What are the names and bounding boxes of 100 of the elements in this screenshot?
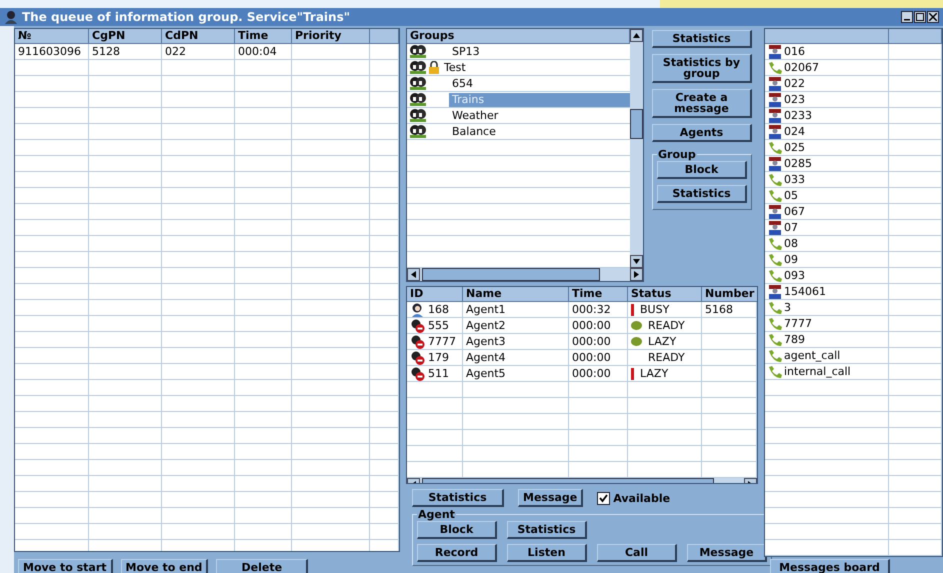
person-blocked-icon: [410, 334, 426, 348]
service-item[interactable]: 09: [765, 252, 889, 267]
action-button[interactable]: Block: [657, 161, 747, 179]
column-header[interactable]: Time: [235, 29, 292, 44]
people-icon: [409, 109, 427, 122]
group-item[interactable]: 654: [449, 76, 630, 90]
service-item[interactable]: 023: [765, 92, 889, 107]
service-item[interactable]: 093: [765, 268, 889, 283]
action-button[interactable]: Statistics: [652, 30, 752, 48]
group-item[interactable]: Weather: [449, 108, 630, 122]
action-button[interactable]: Message: [518, 489, 584, 507]
triangle-down-icon: [633, 259, 640, 264]
column-header[interactable]: [765, 29, 889, 44]
service-item[interactable]: 07: [765, 220, 889, 235]
table-cell: Agent1: [463, 302, 569, 317]
phone-icon: [768, 60, 782, 74]
service-item[interactable]: 3: [765, 300, 889, 315]
phone-icon: [768, 348, 782, 362]
action-button[interactable]: Delete: [216, 559, 308, 573]
service-item[interactable]: 789: [765, 332, 889, 347]
action-button[interactable]: Message: [687, 544, 767, 562]
action-button[interactable]: Call: [597, 544, 677, 562]
action-button[interactable]: Move to end: [120, 559, 208, 573]
status-text: BUSY: [640, 302, 670, 316]
status-text: LAZY: [640, 366, 668, 380]
service-item[interactable]: 08: [765, 236, 889, 251]
operator-icon: [768, 204, 782, 218]
scrollbar-thumb[interactable]: [422, 268, 600, 281]
group-item[interactable]: Test: [441, 60, 630, 74]
close-button[interactable]: [927, 11, 939, 23]
service-item[interactable]: 024: [765, 124, 889, 139]
phone-icon: [768, 236, 782, 250]
action-button[interactable]: Statistics by group: [652, 54, 752, 83]
lock-icon: [428, 61, 440, 74]
table-cell: Agent2: [463, 318, 569, 333]
triangle-up-icon: [633, 33, 640, 38]
scrollbar-thumb[interactable]: [630, 109, 643, 139]
service-item[interactable]: 022: [765, 76, 889, 91]
action-button[interactable]: Move to start: [18, 559, 113, 573]
maximize-button[interactable]: [914, 11, 926, 23]
phone-icon: [768, 364, 782, 378]
column-header[interactable]: Priority: [292, 29, 370, 44]
operator-icon: [768, 124, 782, 138]
action-button[interactable]: Record: [417, 544, 497, 562]
action-button[interactable]: Statistics: [657, 185, 747, 203]
service-item[interactable]: 025: [765, 140, 889, 155]
person-blocked-icon: [410, 350, 426, 364]
scroll-up-button[interactable]: [630, 29, 643, 42]
column-header[interactable]: Name: [463, 287, 569, 302]
table-cell: Agent3: [463, 334, 569, 349]
action-button[interactable]: Block: [417, 521, 497, 539]
group-title: Group: [657, 148, 697, 161]
action-button[interactable]: Listen: [507, 544, 587, 562]
group-item[interactable]: Balance: [449, 124, 630, 138]
column-header[interactable]: CgPN: [89, 29, 162, 44]
operator-icon: [768, 92, 782, 106]
service-item[interactable]: 0233: [765, 108, 889, 123]
table-cell: 5128: [89, 44, 162, 59]
column-header[interactable]: Groups: [407, 29, 630, 44]
service-item[interactable]: 067: [765, 204, 889, 219]
phone-icon: [768, 140, 782, 154]
scroll-right-button[interactable]: [630, 268, 643, 281]
service-item[interactable]: 7777: [765, 316, 889, 331]
close-icon: [929, 13, 937, 21]
service-item[interactable]: 02067: [765, 60, 889, 75]
group-title: Agent: [417, 508, 456, 521]
column-header[interactable]: ID: [407, 287, 463, 302]
scroll-down-button[interactable]: [630, 255, 643, 268]
maximize-icon: [916, 13, 924, 21]
column-header[interactable]: [370, 29, 399, 44]
column-header[interactable]: №: [15, 29, 89, 44]
column-header[interactable]: CdPN: [162, 29, 235, 44]
action-button[interactable]: Statistics: [507, 521, 587, 539]
group-item[interactable]: SP13: [449, 44, 630, 58]
table-cell: 5168: [702, 302, 757, 317]
available-checkbox[interactable]: Available: [597, 492, 670, 504]
status-dot: [631, 321, 642, 330]
messages-board-button[interactable]: Messages board: [770, 559, 890, 573]
table-cell: 168: [407, 302, 463, 317]
service-item[interactable]: 033: [765, 172, 889, 187]
table-cell: 911603096: [15, 44, 89, 59]
action-button[interactable]: Agents: [652, 124, 752, 142]
column-header[interactable]: Number: [702, 287, 757, 302]
minimize-button[interactable]: [901, 11, 913, 23]
service-item[interactable]: 016: [765, 44, 889, 59]
person-blocked-icon: [410, 366, 426, 380]
service-item[interactable]: 0285: [765, 156, 889, 171]
people-icon: [409, 77, 427, 90]
service-item[interactable]: agent_call: [765, 348, 889, 363]
service-item[interactable]: 05: [765, 188, 889, 203]
service-item[interactable]: internal_call: [765, 364, 889, 379]
scroll-left-button[interactable]: [407, 268, 420, 281]
column-header[interactable]: [889, 29, 942, 44]
column-header[interactable]: Status: [628, 287, 702, 302]
service-item[interactable]: 154061: [765, 284, 889, 299]
column-header[interactable]: Time: [569, 287, 628, 302]
action-button[interactable]: Create a message: [652, 89, 752, 118]
action-button[interactable]: Statistics: [412, 489, 504, 507]
operator-icon: [768, 44, 782, 58]
phone-icon: [768, 316, 782, 330]
